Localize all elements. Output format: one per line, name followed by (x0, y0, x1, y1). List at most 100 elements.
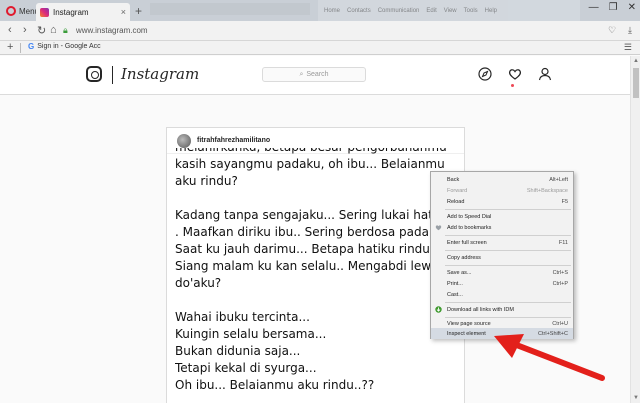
menu-item-shortcut: Ctrl+S (552, 269, 568, 276)
menu-item-label: Forward (447, 187, 468, 194)
caption-line: Kadang tanpa sengajaku... Sering lukai h… (175, 208, 456, 222)
search-input[interactable]: ⌕ Search (262, 67, 366, 82)
post-username[interactable]: fitrahfahrezhamilitano (197, 137, 270, 144)
bg-menu-contacts: Contacts (347, 7, 371, 14)
menu-item-label: Back (447, 176, 460, 183)
caption-line: Saat ku jauh darimu... Betapa hatiku rin… (175, 242, 438, 256)
menu-item-back[interactable]: Back Alt+Left (431, 174, 573, 185)
menu-item-label: Print... (447, 280, 463, 287)
address-bar-actions: ♡ ⤓ (608, 25, 632, 36)
menu-item-label: View page source (447, 320, 491, 327)
scroll-up-icon[interactable]: ▲ (633, 58, 639, 64)
menu-item-add-speed-dial[interactable]: Add to Speed Dial (431, 211, 573, 222)
scroll-thumb[interactable] (633, 68, 639, 98)
annotation-arrow-icon (494, 334, 605, 381)
menu-item-save-as[interactable]: Save as... Ctrl+S (431, 267, 573, 278)
profile-icon[interactable] (538, 67, 552, 81)
menu-item-shortcut: Shift+Backspace (526, 187, 568, 194)
home-button[interactable]: ⌂ (50, 24, 57, 36)
window-controls: — ❐ ✕ (589, 2, 636, 13)
menu-item-add-bookmarks[interactable]: Add to bookmarks (431, 222, 573, 233)
menu-item-label: Add to Speed Dial (447, 213, 492, 220)
maximize-button[interactable]: ❐ (609, 2, 618, 13)
tab-title: Instagram (53, 7, 89, 17)
caption-line: do'aku? (175, 276, 222, 290)
back-button[interactable]: ‹ (8, 24, 12, 36)
bookmark-google-signin[interactable]: G Sign in - Google Acc (28, 42, 101, 51)
bg-menu-view: View (443, 7, 457, 14)
bg-menu-home: Home (324, 7, 341, 14)
bg-menu-communication: Communication (377, 7, 420, 14)
caption-line (175, 190, 464, 207)
bookmarks-divider (20, 43, 21, 53)
heart-icon[interactable] (508, 67, 522, 81)
header-icons (478, 67, 552, 81)
add-bookmark-button[interactable]: + (7, 41, 13, 53)
header-divider (112, 66, 113, 84)
caption-line: Kuingin selalu bersama... (175, 327, 327, 341)
idm-download-icon (435, 306, 442, 313)
instagram-favicon-icon (40, 7, 49, 17)
menu-item-label: Copy address (447, 254, 481, 261)
menu-item-forward[interactable]: Forward Shift+Backspace (431, 185, 573, 196)
menu-separator (445, 235, 571, 236)
menu-item-label: Inspect element (447, 330, 486, 337)
post-caption: melahirkanku, betapa besar pengorbananmu… (175, 148, 464, 402)
caption-line: Wahai ibuku tercinta... (175, 310, 310, 324)
scroll-down-icon[interactable]: ▼ (633, 395, 639, 401)
menu-item-copy-address[interactable]: Copy address (431, 252, 573, 263)
caption-line: . Maafkan diriku ibu.. Sering berdosa pa… (175, 225, 449, 239)
menu-separator (445, 209, 571, 210)
menu-item-download-idm[interactable]: Download all links with IDM (431, 304, 573, 315)
caption-line: Tetapi kekal di syurga... (175, 361, 317, 375)
search-placeholder: Search (306, 71, 329, 78)
instagram-post: fitrahfahrezhamilitano melahirkanku, bet… (166, 127, 465, 403)
bg-menu-edit: Edit (426, 7, 437, 14)
menu-item-shortcut: Alt+Left (549, 176, 568, 183)
menu-item-label: Save as... (447, 269, 472, 276)
url-field[interactable]: www.instagram.com (76, 26, 148, 35)
bookmarks-bar: + G Sign in - Google Acc ☰ (0, 41, 640, 55)
notification-dot (511, 84, 514, 87)
bookmarks-menu-icon[interactable]: ☰ (624, 42, 632, 53)
menu-item-shortcut: Ctrl+U (552, 320, 568, 327)
menu-item-full-screen[interactable]: Enter full screen F11 (431, 237, 573, 248)
caption-line: kasih sayangmu padaku, oh ibu... Belaian… (175, 157, 445, 171)
instagram-wordmark[interactable]: Instagram (121, 65, 199, 83)
heart-icon (435, 225, 442, 231)
instagram-header: Instagram ⌕ Search (0, 56, 630, 95)
close-window-button[interactable]: ✕ (628, 2, 636, 13)
reload-button[interactable]: ↻ (37, 24, 46, 37)
menu-item-print[interactable]: Print... Ctrl+P (431, 278, 573, 289)
menu-item-shortcut: F5 (561, 198, 568, 205)
menu-item-shortcut: Ctrl+P (552, 280, 568, 287)
menu-item-label: Cast... (447, 291, 463, 298)
instagram-camera-icon[interactable] (86, 66, 102, 82)
menu-item-label: Enter full screen (447, 239, 487, 246)
compass-icon[interactable] (478, 67, 492, 81)
heart-bookmark-icon[interactable]: ♡ (608, 25, 616, 36)
forward-button[interactable]: › (23, 24, 27, 36)
menu-item-reload[interactable]: Reload F5 (431, 196, 573, 207)
bg-menu-tools: Tools (463, 7, 478, 14)
search-icon: ⌕ (299, 70, 304, 78)
caption-line: Bukan didunia saja... (175, 344, 301, 358)
caption-line: Oh ibu... Belaianmu aku rindu..?? (175, 378, 375, 392)
avatar[interactable] (177, 133, 191, 148)
download-icon[interactable]: ⤓ (628, 25, 632, 36)
tab-instagram[interactable]: Instagram × (36, 3, 130, 21)
menu-separator (445, 265, 571, 266)
menu-item-cast[interactable]: Cast... (431, 289, 573, 300)
tab-bar: Menu Instagram × + Home Contacts Communi… (0, 0, 640, 21)
menu-item-label: Reload (447, 198, 465, 205)
minimize-button[interactable]: — (589, 2, 599, 13)
page-scrollbar[interactable]: ▲ ▼ (630, 56, 640, 403)
lock-icon: 🔒︎ (63, 25, 68, 35)
menu-item-label: Add to bookmarks (447, 224, 492, 231)
new-tab-button[interactable]: + (135, 4, 142, 18)
google-icon: G (28, 42, 35, 51)
menu-separator (445, 250, 571, 251)
bg-menu-help: Help (484, 7, 497, 14)
opera-logo-icon (6, 6, 16, 16)
tab-close-icon[interactable]: × (121, 7, 126, 17)
